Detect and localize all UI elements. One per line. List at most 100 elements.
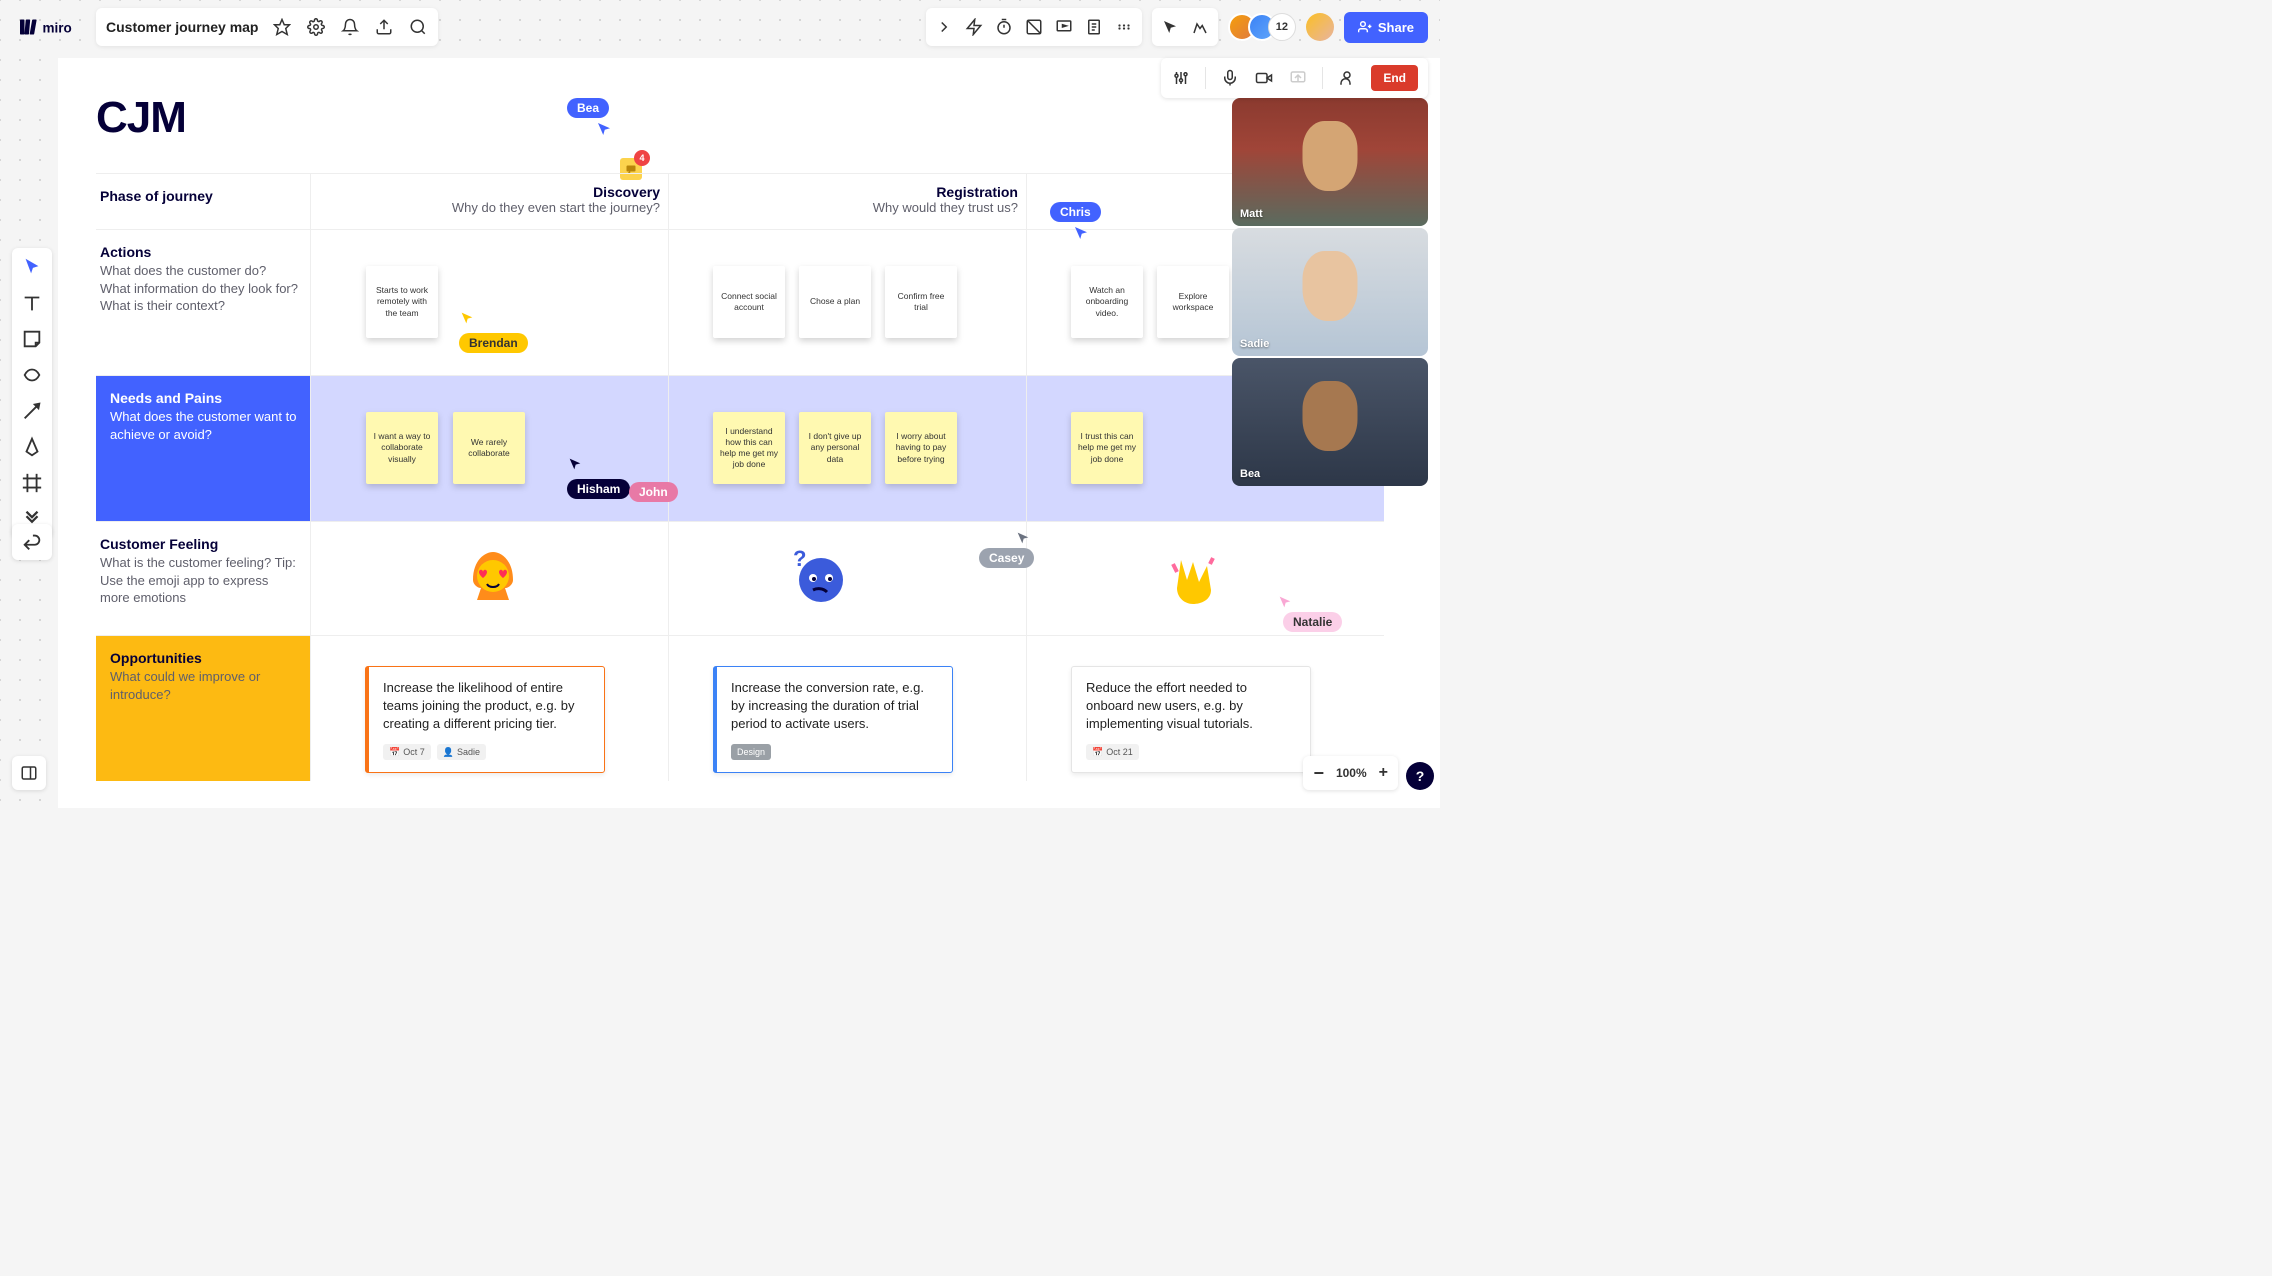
cjm-grid: Phase of journey Discovery Why do they e… — [96, 173, 1384, 781]
actions-header: Actions What does the customer do? What … — [96, 230, 310, 375]
feeling-registration[interactable]: ? Casey — [668, 522, 1026, 635]
opportunity-card[interactable]: Increase the conversion rate, e.g. by in… — [713, 666, 953, 773]
wave-emoji-icon[interactable] — [1161, 544, 1225, 608]
needs-row: Needs and Pains What does the customer w… — [96, 375, 1384, 521]
text-tool-icon[interactable] — [21, 292, 43, 314]
screen-share-icon[interactable] — [1288, 68, 1308, 88]
video-tile[interactable]: Matt — [1232, 98, 1428, 226]
shape-tool-icon[interactable] — [21, 364, 43, 386]
feeling-discovery[interactable] — [310, 522, 668, 635]
timer-icon[interactable] — [994, 17, 1014, 37]
current-user-avatar[interactable] — [1306, 13, 1334, 41]
share-button[interactable]: Share — [1344, 12, 1428, 43]
export-icon[interactable] — [374, 17, 394, 37]
cursor-tools-cluster — [1152, 8, 1218, 46]
reactions-icon[interactable] — [1190, 17, 1210, 37]
chevron-right-icon[interactable] — [934, 17, 954, 37]
camera-icon[interactable] — [1254, 68, 1274, 88]
sticky-note[interactable]: I trust this can help me get my job done — [1071, 412, 1143, 484]
undo-icon[interactable] — [21, 531, 43, 553]
microphone-icon[interactable] — [1220, 68, 1240, 88]
owner-chip: 👤 Sadie — [437, 744, 486, 761]
sticky-tool-icon[interactable] — [21, 328, 43, 350]
bolt-icon[interactable] — [964, 17, 984, 37]
video-tile[interactable]: Sadie — [1232, 228, 1428, 356]
help-button[interactable]: ? — [1406, 762, 1434, 790]
actions-registration[interactable]: Connect social account Chose a plan Conf… — [668, 230, 1026, 375]
sticky-note[interactable]: Explore workspace — [1157, 266, 1229, 338]
open-panel-button[interactable] — [12, 756, 46, 790]
feeling-col3[interactable]: Natalie — [1026, 522, 1384, 635]
zoom-out-button[interactable]: − — [1313, 763, 1324, 784]
select-tool-icon[interactable] — [21, 256, 43, 278]
pen-tool-icon[interactable] — [21, 436, 43, 458]
phase-label: Phase of journey — [100, 188, 298, 204]
present-icon[interactable] — [1054, 17, 1074, 37]
miro-logo[interactable]: miro — [12, 16, 88, 38]
sticky-note[interactable]: Confirm free trial — [885, 266, 957, 338]
page-title[interactable]: CJM — [96, 93, 186, 143]
sticky-note[interactable]: Watch an onboarding video. — [1071, 266, 1143, 338]
undo-toolbar — [12, 524, 52, 560]
collaborator-cursor-brendan: Brendan — [459, 310, 528, 353]
comment-count-badge: 4 — [634, 150, 650, 166]
collab-tools-cluster — [926, 8, 1142, 46]
opportunity-card[interactable]: Reduce the effort needed to onboard new … — [1071, 666, 1311, 773]
video-tile[interactable]: Bea — [1232, 358, 1428, 486]
opportunity-card[interactable]: Increase the likelihood of entire teams … — [365, 666, 605, 773]
end-call-button[interactable]: End — [1371, 65, 1418, 91]
frame-tool-icon[interactable] — [21, 472, 43, 494]
sticky-note[interactable]: Connect social account — [713, 266, 785, 338]
board-title[interactable]: Customer journey map — [106, 19, 258, 35]
video-panel: Matt Sadie Bea — [1232, 98, 1428, 488]
sticky-note[interactable]: I want a way to collaborate visually — [366, 412, 438, 484]
notes-icon[interactable] — [1084, 17, 1104, 37]
more-icon[interactable] — [1114, 17, 1134, 37]
opp-discovery[interactable]: Increase the likelihood of entire teams … — [310, 636, 668, 781]
sticky-note[interactable]: Chose a plan — [799, 266, 871, 338]
phase-row: Phase of journey Discovery Why do they e… — [96, 173, 1384, 229]
notification-bell-icon[interactable] — [340, 17, 360, 37]
phase-discovery[interactable]: Discovery Why do they even start the jou… — [310, 174, 668, 229]
participants-icon[interactable] — [1337, 68, 1357, 88]
actions-discovery[interactable]: Starts to work remotely with the team Br… — [310, 230, 668, 375]
phase-registration[interactable]: Registration Why would they trust us? — [668, 174, 1026, 229]
search-icon[interactable] — [408, 17, 428, 37]
feeling-row: Customer Feeling What is the customer fe… — [96, 521, 1384, 635]
collaborator-cursor-bea: Bea — [567, 98, 609, 118]
svg-text:miro: miro — [43, 20, 72, 35]
collaborator-cursor-hisham: Hisham — [567, 456, 630, 499]
sticky-note[interactable]: We rarely collaborate — [453, 412, 525, 484]
cursor-tracking-icon[interactable] — [1160, 17, 1180, 37]
settings-icon[interactable] — [306, 17, 326, 37]
needs-registration[interactable]: I understand how this can help me get my… — [668, 376, 1026, 521]
avatar-overflow-count[interactable]: 12 — [1268, 13, 1296, 41]
collaborator-cursor-casey: Casey — [979, 548, 1034, 568]
tag-chip: Design — [731, 744, 771, 761]
zoom-control: − 100% + — [1303, 756, 1398, 790]
love-emoji-icon[interactable] — [461, 544, 525, 608]
zoom-level[interactable]: 100% — [1336, 766, 1367, 780]
top-bar: miro Customer journey map 12 — [0, 0, 1440, 54]
actions-row: Actions What does the customer do? What … — [96, 229, 1384, 375]
collaborator-avatars[interactable]: 12 — [1228, 13, 1296, 41]
confused-emoji-icon[interactable]: ? — [787, 544, 851, 608]
needs-header: Needs and Pains What does the customer w… — [96, 376, 310, 521]
left-toolbar — [12, 248, 52, 538]
star-icon[interactable] — [272, 17, 292, 37]
sticky-note[interactable]: I understand how this can help me get my… — [713, 412, 785, 484]
sticky-note[interactable]: I worry about having to pay before tryin… — [885, 412, 957, 484]
opportunities-header: Opportunities What could we improve or i… — [96, 636, 310, 781]
zoom-in-button[interactable]: + — [1379, 764, 1388, 782]
date-chip: 📅 Oct 21 — [1086, 744, 1139, 761]
sticky-note[interactable]: I don't give up any personal data — [799, 412, 871, 484]
board-header-cluster: Customer journey map — [96, 8, 438, 46]
sticky-note[interactable]: Starts to work remotely with the team — [366, 266, 438, 338]
collaborator-cursor-john: John — [629, 482, 678, 502]
facilitator-bar: End — [1161, 58, 1428, 98]
opp-registration[interactable]: Increase the conversion rate, e.g. by in… — [668, 636, 1026, 781]
needs-discovery[interactable]: I want a way to collaborate visually We … — [310, 376, 668, 521]
audio-settings-icon[interactable] — [1171, 68, 1191, 88]
hide-frames-icon[interactable] — [1024, 17, 1044, 37]
line-tool-icon[interactable] — [21, 400, 43, 422]
